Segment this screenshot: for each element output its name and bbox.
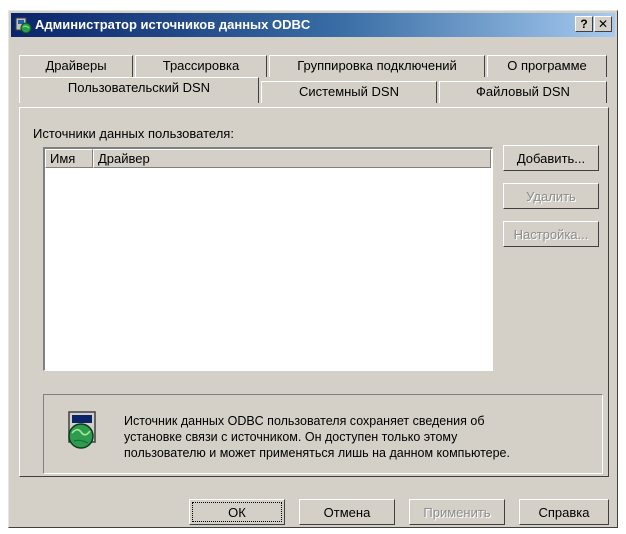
tab-about[interactable]: О программе bbox=[487, 55, 607, 77]
tab-label: Драйверы bbox=[45, 58, 107, 73]
add-datasource-button[interactable]: Добавить... bbox=[503, 145, 599, 171]
column-header-label: Имя bbox=[50, 151, 76, 166]
column-header-name[interactable]: Имя bbox=[45, 149, 93, 168]
tab-label: Файловый DSN bbox=[476, 84, 570, 99]
info-line: пользователю и может применяться лишь на… bbox=[124, 446, 510, 460]
info-line: установке связи с источником. Он доступе… bbox=[124, 430, 458, 444]
column-header-label: Драйвер bbox=[98, 151, 150, 166]
info-description: Источник данных ODBC пользователя сохран… bbox=[124, 413, 596, 461]
apply-button[interactable]: Применить bbox=[409, 499, 505, 525]
tab-label: О программе bbox=[507, 58, 587, 73]
cancel-button[interactable]: Отмена bbox=[299, 499, 395, 525]
configure-datasource-button[interactable]: Настройка... bbox=[503, 221, 599, 247]
close-window-button[interactable]: ✕ bbox=[594, 16, 612, 32]
column-header-driver[interactable]: Драйвер bbox=[93, 149, 491, 168]
tab-drivers[interactable]: Драйверы bbox=[19, 55, 133, 77]
info-panel: Источник данных ODBC пользователя сохран… bbox=[43, 394, 603, 474]
globe-datasource-icon bbox=[68, 411, 96, 449]
odbc-dialog-window: Администратор источников данных ODBC ? ✕… bbox=[8, 10, 618, 528]
tab-label: Трассировка bbox=[162, 58, 240, 73]
tab-connection-pooling[interactable]: Группировка подключений bbox=[269, 55, 485, 77]
info-line: Источник данных ODBC пользователя сохран… bbox=[124, 414, 485, 428]
user-datasources-label: Источники данных пользователя: bbox=[33, 126, 234, 141]
help-title-button[interactable]: ? bbox=[575, 16, 593, 32]
tab-label: Системный DSN bbox=[299, 84, 399, 99]
tab-file-dsn[interactable]: Файловый DSN bbox=[439, 81, 607, 103]
tab-label: Пользовательский DSN bbox=[67, 80, 211, 95]
help-button[interactable]: Справка bbox=[519, 499, 609, 525]
datasource-list[interactable]: Имя Драйвер bbox=[43, 147, 493, 371]
tab-label: Группировка подключений bbox=[297, 58, 457, 73]
odbc-datasource-icon bbox=[15, 17, 32, 34]
title-bar[interactable]: Администратор источников данных ODBC ? ✕ bbox=[11, 13, 615, 37]
tab-system-dsn[interactable]: Системный DSN bbox=[261, 81, 437, 103]
remove-datasource-button[interactable]: Удалить bbox=[503, 183, 599, 209]
tab-user-dsn[interactable]: Пользовательский DSN bbox=[19, 77, 259, 103]
ok-button[interactable]: ОК bbox=[189, 499, 285, 525]
tab-tracing[interactable]: Трассировка bbox=[135, 55, 267, 77]
window-title: Администратор источников данных ODBC bbox=[35, 17, 311, 32]
